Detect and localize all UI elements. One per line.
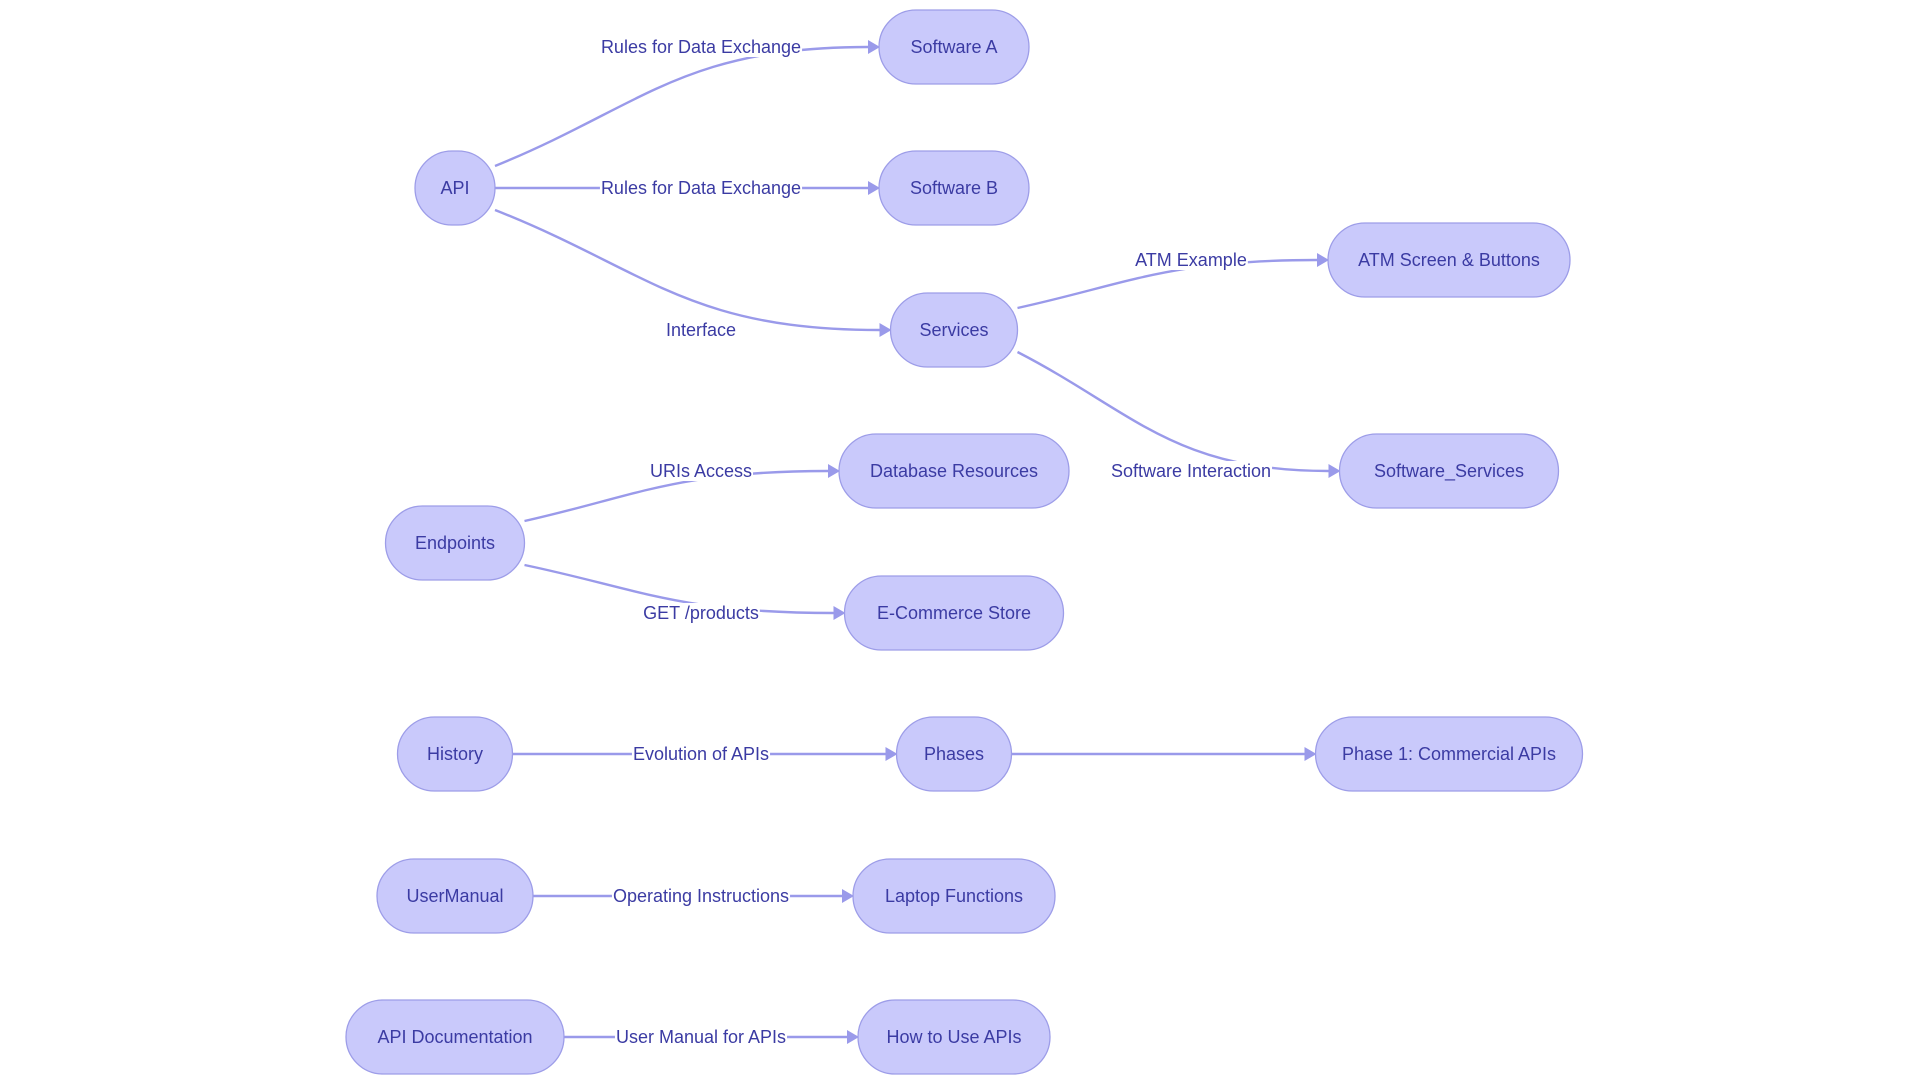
node-api-docs[interactable]: API Documentation xyxy=(345,999,565,1075)
node-database-resources[interactable]: Database Resources xyxy=(838,433,1070,509)
edge-label-text: Interface xyxy=(666,320,736,340)
edge-label-text: Rules for Data Exchange xyxy=(601,178,801,198)
node-services[interactable]: Services xyxy=(889,292,1019,368)
arrowhead-icon xyxy=(879,323,892,337)
arrowhead-icon xyxy=(842,889,854,903)
arrowhead-icon xyxy=(1328,464,1341,478)
arrowhead-icon xyxy=(868,181,880,195)
node-label: Database Resources xyxy=(870,461,1038,481)
node-ecommerce[interactable]: E-Commerce Store xyxy=(843,575,1065,651)
node-software-b[interactable]: Software B xyxy=(878,150,1030,226)
edge-line xyxy=(494,208,880,332)
edge-label: URIs Access xyxy=(648,461,754,481)
edge-label-text: ATM Example xyxy=(1135,250,1247,270)
arrowhead-icon xyxy=(1317,253,1329,267)
node-label: ATM Screen & Buttons xyxy=(1358,250,1540,270)
edge-label-text: URIs Access xyxy=(650,461,752,481)
arrowhead-icon xyxy=(833,606,846,620)
node-history[interactable]: History xyxy=(396,716,514,792)
node-label: Phase 1: Commercial APIs xyxy=(1342,744,1556,764)
node-label: E-Commerce Store xyxy=(877,603,1031,623)
node-label: Phases xyxy=(924,744,984,764)
edge-label-text: Rules for Data Exchange xyxy=(601,37,801,57)
node-phase1[interactable]: Phase 1: Commercial APIs xyxy=(1314,716,1584,792)
edge-label: GET /products xyxy=(642,603,760,623)
edge-label: Operating Instructions xyxy=(611,886,791,906)
edge-phases-to-phase1 xyxy=(1011,747,1317,761)
node-label: Software_Services xyxy=(1374,461,1524,482)
node-label: Software B xyxy=(910,178,998,198)
node-api[interactable]: API xyxy=(414,150,496,226)
edge-label: Evolution of APIs xyxy=(631,744,771,764)
edge-api-to-software_a xyxy=(494,40,880,168)
arrowhead-icon xyxy=(868,40,880,54)
node-label: How to Use APIs xyxy=(886,1027,1021,1047)
node-laptop[interactable]: Laptop Functions xyxy=(852,858,1056,934)
edge-label: Interface xyxy=(664,320,738,340)
edge-label-text: Software Interaction xyxy=(1111,461,1271,481)
edge-label: ATM Example xyxy=(1134,250,1248,270)
arrowhead-icon xyxy=(885,747,898,761)
arrowhead-icon xyxy=(847,1030,859,1044)
node-label: Services xyxy=(919,320,988,340)
node-phases[interactable]: Phases xyxy=(895,716,1013,792)
node-atm[interactable]: ATM Screen & Buttons xyxy=(1327,222,1571,298)
node-label: API xyxy=(440,178,469,198)
nodes-layer: API Software A Software B Services ATM Scree… xyxy=(345,9,1584,1075)
edge-label: Rules for Data Exchange xyxy=(599,178,803,198)
edge-label-text: User Manual for APIs xyxy=(616,1027,786,1047)
node-label: History xyxy=(427,744,483,764)
edge-api-to-services xyxy=(494,208,892,337)
edge-label-text: Operating Instructions xyxy=(613,886,789,906)
arrowhead-icon xyxy=(1304,747,1317,761)
node-label: UserManual xyxy=(406,886,503,906)
node-label: Software A xyxy=(910,37,997,57)
edge-label: Software Interaction xyxy=(1109,461,1273,481)
edge-label: Rules for Data Exchange xyxy=(599,37,803,57)
node-endpoints[interactable]: Endpoints xyxy=(384,505,526,581)
node-label: Endpoints xyxy=(415,533,495,553)
edge-label-text: GET /products xyxy=(643,603,759,623)
node-software-services[interactable]: Software_Services xyxy=(1338,433,1560,509)
edge-label-text: Evolution of APIs xyxy=(633,744,769,764)
node-how-to-use[interactable]: How to Use APIs xyxy=(857,999,1051,1075)
arrowhead-icon xyxy=(828,464,840,478)
node-usermanual[interactable]: UserManual xyxy=(376,858,534,934)
edge-label: User Manual for APIs xyxy=(614,1027,788,1047)
edge-line xyxy=(494,45,869,168)
node-label: API Documentation xyxy=(377,1027,532,1047)
diagram-canvas: Rules for Data Exchange Rules for Data Ex… xyxy=(345,9,1584,1075)
node-label: Laptop Functions xyxy=(885,886,1023,906)
node-software-a[interactable]: Software A xyxy=(878,9,1030,85)
